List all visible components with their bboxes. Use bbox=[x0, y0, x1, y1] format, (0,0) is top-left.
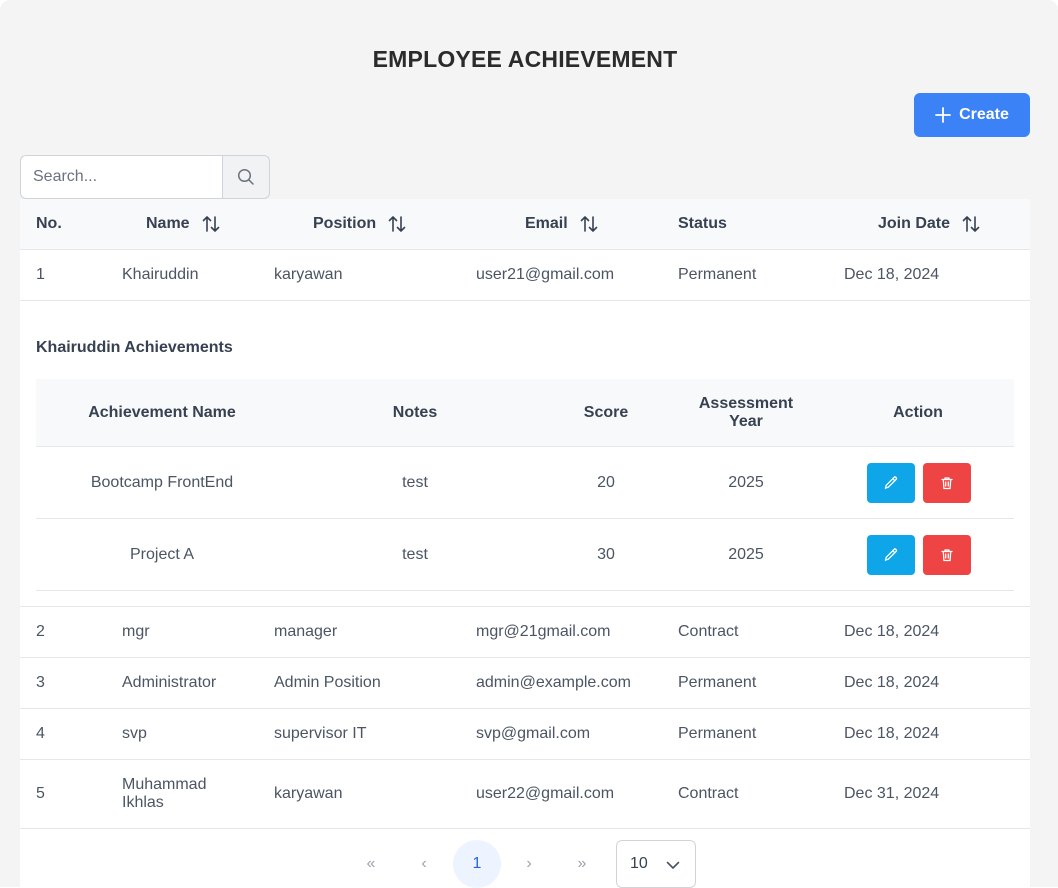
column-header-join-date-label: Join Date bbox=[878, 215, 951, 232]
cell-status: Permanent bbox=[678, 266, 757, 283]
cell-status: Contract bbox=[678, 623, 739, 640]
trash-icon bbox=[941, 549, 953, 562]
delete-button[interactable] bbox=[923, 463, 971, 503]
pagination: « ‹ 1 › » 10 bbox=[20, 829, 1030, 888]
cell-email: svp@gmail.com bbox=[476, 725, 591, 742]
column-header-position-label: Position bbox=[313, 215, 377, 232]
delete-button[interactable] bbox=[923, 535, 971, 575]
page-number-button[interactable]: 1 bbox=[453, 840, 501, 888]
column-header-status: Status bbox=[678, 199, 727, 249]
pencil-icon bbox=[884, 548, 898, 562]
next-page-button[interactable]: › bbox=[505, 840, 553, 888]
column-header-position[interactable]: Position bbox=[313, 199, 406, 249]
column-header-name-label: Name bbox=[146, 215, 190, 232]
sort-icon[interactable] bbox=[202, 214, 220, 234]
cell-notes: test bbox=[402, 546, 428, 563]
cell-notes: test bbox=[402, 474, 428, 491]
rows-per-page-value: 10 bbox=[630, 855, 648, 872]
achievements-title: Khairuddin Achievements bbox=[36, 339, 233, 356]
cell-status: Permanent bbox=[678, 674, 757, 691]
cell-email: mgr@21gmail.com bbox=[476, 623, 611, 640]
pencil-icon bbox=[884, 476, 898, 490]
cell-assessment-year: 2025 bbox=[728, 474, 764, 491]
table-row[interactable]: 2 mgr manager mgr@21gmail.com Contract D… bbox=[20, 607, 1030, 658]
sort-icon[interactable] bbox=[962, 214, 980, 234]
prev-page-button[interactable]: ‹ bbox=[400, 840, 448, 888]
cell-achievement-name: Project A bbox=[129, 546, 195, 563]
cell-no: 5 bbox=[36, 785, 45, 802]
employee-table: No. Name Position Email Status Join Date… bbox=[20, 199, 1030, 829]
cell-join-date: Dec 31, 2024 bbox=[844, 785, 940, 802]
table-row[interactable]: 3 Administrator Admin Position admin@exa… bbox=[20, 658, 1030, 709]
trash-icon bbox=[941, 477, 953, 490]
cell-join-date: Dec 18, 2024 bbox=[844, 266, 940, 283]
column-header-no-label: No. bbox=[36, 215, 62, 232]
cell-no: 3 bbox=[36, 674, 45, 691]
cell-no: 1 bbox=[36, 266, 45, 283]
cell-name: Khairuddin bbox=[122, 266, 199, 283]
column-header-achievement-name: Achievement Name bbox=[88, 404, 236, 421]
search-bar bbox=[20, 155, 270, 199]
edit-button[interactable] bbox=[867, 463, 915, 503]
cell-name: Muhammad Ikhlas bbox=[122, 776, 207, 811]
achievement-row: Project A test 30 2025 bbox=[36, 519, 1014, 591]
search-input[interactable] bbox=[20, 155, 222, 199]
cell-position: manager bbox=[274, 623, 338, 640]
last-page-button[interactable]: » bbox=[558, 840, 606, 888]
cell-name: Administrator bbox=[122, 674, 217, 691]
edit-button[interactable] bbox=[867, 535, 915, 575]
search-icon bbox=[237, 168, 254, 185]
column-header-notes: Notes bbox=[392, 404, 438, 421]
column-header-action: Action bbox=[893, 404, 943, 421]
table-header: No. Name Position Email Status Join Date bbox=[20, 199, 1030, 250]
cell-email: user22@gmail.com bbox=[476, 785, 615, 802]
table-row[interactable]: 4 svp supervisor IT svp@gmail.com Perman… bbox=[20, 709, 1030, 760]
plus-icon bbox=[935, 107, 951, 123]
cell-name: svp bbox=[122, 725, 147, 742]
cell-assessment-year: 2025 bbox=[728, 546, 764, 563]
cell-join-date: Dec 18, 2024 bbox=[844, 674, 940, 691]
cell-position: supervisor IT bbox=[274, 725, 367, 742]
sort-icon[interactable] bbox=[388, 214, 406, 234]
cell-email: admin@example.com bbox=[476, 674, 631, 691]
search-button[interactable] bbox=[222, 155, 270, 199]
page: EMPLOYEE ACHIEVEMENT Create No. Name Pos… bbox=[0, 0, 1058, 888]
column-header-join-date[interactable]: Join Date bbox=[878, 199, 980, 249]
cell-position: Admin Position bbox=[274, 674, 381, 691]
sort-icon[interactable] bbox=[580, 214, 598, 234]
column-header-name[interactable]: Name bbox=[146, 199, 220, 249]
cell-no: 4 bbox=[36, 725, 45, 742]
achievements-panel: Khairuddin Achievements Achievement Name… bbox=[20, 301, 1030, 607]
column-header-assessment-year: Assessment Year bbox=[698, 395, 794, 430]
achievement-row: Bootcamp FrontEnd test 20 2025 bbox=[36, 447, 1014, 519]
cell-score: 20 bbox=[597, 474, 615, 491]
cell-join-date: Dec 18, 2024 bbox=[844, 623, 940, 640]
first-page-button[interactable]: « bbox=[347, 840, 395, 888]
column-header-score: Score bbox=[583, 404, 629, 421]
chevron-down-icon bbox=[666, 861, 680, 869]
table-row[interactable]: 1 Khairuddin karyawan user21@gmail.com P… bbox=[20, 250, 1030, 301]
column-header-email[interactable]: Email bbox=[525, 199, 598, 249]
column-header-no: No. bbox=[36, 199, 62, 249]
cell-status: Contract bbox=[678, 785, 739, 802]
column-header-status-label: Status bbox=[678, 215, 727, 232]
achievements-table: Achievement Name Notes Score Assessment … bbox=[36, 379, 1014, 591]
create-button[interactable]: Create bbox=[914, 93, 1030, 137]
cell-achievement-name: Bootcamp FrontEnd bbox=[90, 474, 234, 491]
create-button-label: Create bbox=[959, 106, 1009, 123]
cell-position: karyawan bbox=[274, 266, 343, 283]
cell-score: 30 bbox=[597, 546, 615, 563]
column-header-email-label: Email bbox=[525, 215, 568, 232]
rows-per-page-select[interactable]: 10 bbox=[616, 840, 696, 888]
cell-status: Permanent bbox=[678, 725, 757, 742]
cell-position: karyawan bbox=[274, 785, 343, 802]
cell-name: mgr bbox=[122, 623, 150, 640]
cell-join-date: Dec 18, 2024 bbox=[844, 725, 940, 742]
page-title: EMPLOYEE ACHIEVEMENT bbox=[372, 46, 678, 72]
cell-no: 2 bbox=[36, 623, 45, 640]
table-row[interactable]: 5 Muhammad Ikhlas karyawan user22@gmail.… bbox=[20, 760, 1030, 829]
achievements-header: Achievement Name Notes Score Assessment … bbox=[36, 379, 1014, 447]
cell-email: user21@gmail.com bbox=[476, 266, 615, 283]
